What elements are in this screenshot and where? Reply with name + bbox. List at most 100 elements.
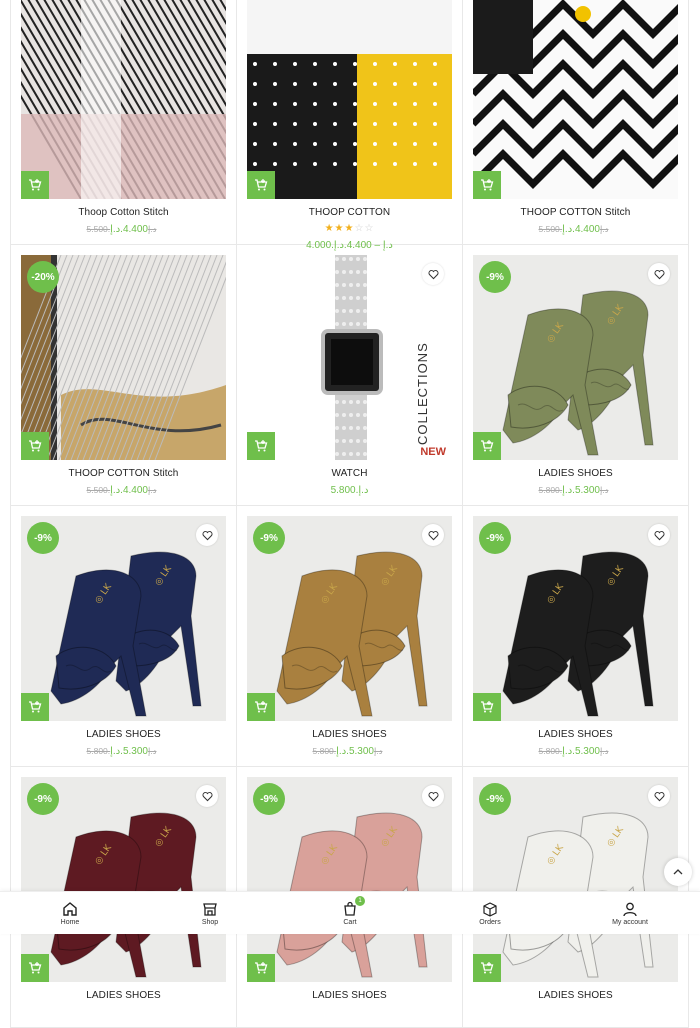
cart-add-icon [255, 440, 268, 452]
nav-home-label: Home [60, 918, 80, 926]
current-price: 4.400.د.إ [110, 485, 148, 496]
add-to-cart-button[interactable] [473, 432, 501, 460]
product-title[interactable]: LADIES SHOES [473, 729, 678, 740]
add-to-cart-button[interactable] [473, 171, 501, 199]
cart-add-icon [255, 179, 268, 191]
product-card[interactable]: -20% THOOP COTTON Stitch 5.500.د.إ4.400.د.… [11, 245, 237, 506]
product-image[interactable] [247, 0, 452, 199]
wishlist-button[interactable] [648, 785, 670, 807]
product-image[interactable]: ◎ LK ◎ LK -9% [21, 777, 226, 982]
heart-icon [654, 530, 664, 540]
product-image[interactable] [21, 0, 226, 199]
wishlist-button[interactable] [196, 785, 218, 807]
product-card[interactable]: THOOP COTTON ★★★☆☆ 4.000.د.إ – 4.400.د.إ [237, 0, 463, 251]
product-title[interactable]: THOOP COTTON [247, 207, 452, 218]
product-image[interactable]: ◎ LK ◎ LK -9% [247, 777, 452, 982]
orders-icon [482, 901, 498, 917]
product-image[interactable]: -20% [21, 255, 226, 460]
price-row: 5.500.د.إ4.400.د.إ [21, 485, 226, 496]
wishlist-button[interactable] [422, 263, 444, 285]
watch-new-label: NEW [420, 446, 446, 458]
shop-icon [202, 901, 218, 917]
watch-collections-text: COLLECTIONS [415, 342, 430, 445]
cart-count-badge: 1 [355, 895, 365, 906]
product-title[interactable]: LADIES SHOES [473, 468, 678, 479]
product-title[interactable]: THOOP COTTON Stitch [473, 207, 678, 218]
product-card[interactable]: ◎ LK ◎ LK -9% LADIES SHOES 5.800.د.إ5.300.د.… [463, 506, 689, 767]
rating-stars: ★★★☆☆ [247, 223, 452, 234]
heart-icon [202, 530, 212, 540]
product-image[interactable]: ◎ LK ◎ LK -9% [473, 516, 678, 721]
current-price: 5.800.د.إ [330, 485, 369, 496]
product-image[interactable]: COLLECTIONS NEW [247, 255, 452, 460]
add-to-cart-button[interactable] [247, 171, 275, 199]
product-title[interactable]: WATCH [247, 468, 452, 479]
product-card[interactable]: ◎ LK ◎ LK -9% LADIES SHOES 5.800.د.إ5.300.د.… [237, 506, 463, 767]
product-title[interactable]: LADIES SHOES [247, 729, 452, 740]
discount-badge: -9% [253, 783, 285, 815]
wishlist-button[interactable] [196, 524, 218, 546]
price-row: 5.800.د.إ5.300.د.إ [21, 746, 226, 757]
nav-cart-label: Cart [343, 918, 357, 926]
heart-icon [428, 791, 438, 801]
cart-add-icon [29, 962, 42, 974]
heart-icon [428, 530, 438, 540]
cart-icon: 1 [342, 895, 365, 917]
star-icon: ★ [324, 223, 335, 234]
cart-add-icon [29, 701, 42, 713]
wishlist-button[interactable] [422, 524, 444, 546]
product-image[interactable]: ◎ LK ◎ LK -9% [473, 777, 678, 982]
wishlist-button[interactable] [422, 785, 444, 807]
nav-home[interactable]: Home [30, 892, 110, 934]
add-to-cart-button[interactable] [21, 693, 49, 721]
current-price: 4.400.د.إ [110, 224, 148, 235]
product-card[interactable]: Thoop Cotton Stitch 5.500.د.إ4.400.د.إ [11, 0, 237, 245]
product-card[interactable]: COLLECTIONS NEW WATCH 5.800.د.إ [237, 245, 463, 506]
current-price: 5.300.د.إ [110, 746, 148, 757]
wishlist-button[interactable] [648, 263, 670, 285]
add-to-cart-button[interactable] [247, 432, 275, 460]
price-row: 5.800.د.إ5.300.د.إ [473, 485, 678, 496]
add-to-cart-button[interactable] [473, 693, 501, 721]
cart-add-icon [29, 440, 42, 452]
home-icon [62, 901, 78, 917]
cart-add-icon [255, 962, 268, 974]
add-to-cart-button[interactable] [21, 432, 49, 460]
nav-orders[interactable]: Orders [450, 892, 530, 934]
wishlist-button[interactable] [648, 524, 670, 546]
product-grid: Thoop Cotton Stitch 5.500.د.إ4.400.د.إ THO… [10, 0, 691, 1028]
add-to-cart-button[interactable] [473, 954, 501, 982]
add-to-cart-button[interactable] [247, 693, 275, 721]
cart-add-icon [29, 179, 42, 191]
scroll-to-top-button[interactable] [664, 858, 692, 886]
product-title[interactable]: Thoop Cotton Stitch [21, 207, 226, 218]
product-card[interactable]: ◎ LK ◎ LK -9% LADIES SHOES 5.800.د.إ5.300.د.… [463, 245, 689, 506]
product-image[interactable] [473, 0, 678, 199]
product-card[interactable]: THOOP COTTON Stitch 5.500.د.إ4.400.د.إ [463, 0, 689, 245]
product-card[interactable]: ◎ LK ◎ LK -9% LADIES SHOES 5.800.د.إ5.300.د.… [11, 506, 237, 767]
discount-badge: -9% [479, 261, 511, 293]
discount-badge: -9% [27, 522, 59, 554]
add-to-cart-button[interactable] [21, 171, 49, 199]
nav-shop-label: Shop [201, 918, 219, 926]
product-image[interactable]: ◎ LK ◎ LK -9% [473, 255, 678, 460]
cart-add-icon [481, 962, 494, 974]
nav-cart[interactable]: 1 Cart [310, 892, 390, 934]
current-price: 5.300.د.إ [562, 746, 600, 757]
product-title[interactable]: LADIES SHOES [247, 990, 452, 1001]
nav-orders-label: Orders [479, 918, 501, 926]
cart-add-icon [481, 440, 494, 452]
add-to-cart-button[interactable] [247, 954, 275, 982]
product-title[interactable]: LADIES SHOES [473, 990, 678, 1001]
product-title[interactable]: LADIES SHOES [21, 990, 226, 1001]
discount-badge: -20% [27, 261, 59, 293]
product-title[interactable]: LADIES SHOES [21, 729, 226, 740]
add-to-cart-button[interactable] [21, 954, 49, 982]
nav-shop[interactable]: Shop [170, 892, 250, 934]
nav-account[interactable]: My account [590, 892, 670, 934]
user-icon [622, 901, 638, 917]
product-image[interactable]: ◎ LK ◎ LK -9% [247, 516, 452, 721]
star-icon: ★ [334, 223, 345, 234]
product-title[interactable]: THOOP COTTON Stitch [21, 468, 226, 479]
product-image[interactable]: ◎ LK ◎ LK -9% [21, 516, 226, 721]
